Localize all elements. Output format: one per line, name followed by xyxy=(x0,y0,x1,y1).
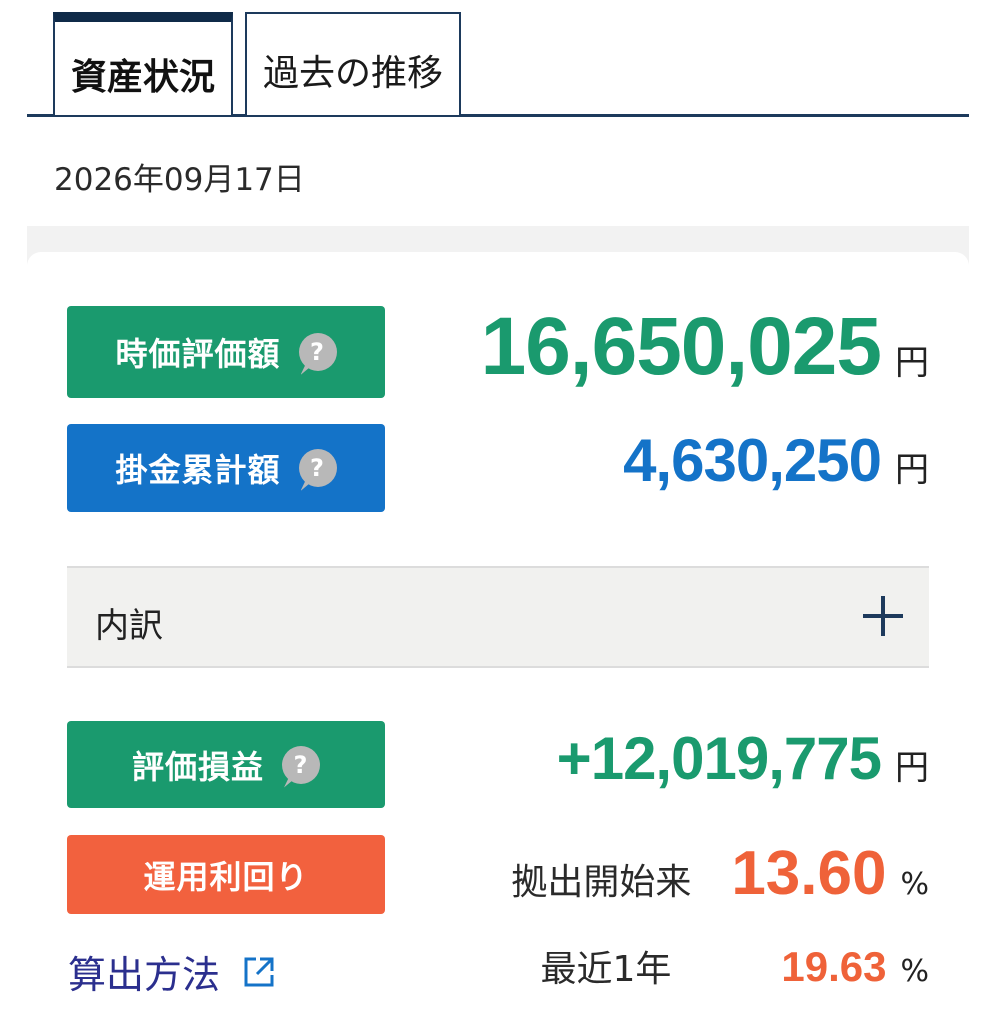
contribution-total-number: 4,630,250 xyxy=(623,427,882,494)
gain-loss-label[interactable]: 評価損益 ? xyxy=(67,721,385,808)
contribution-total-label-text: 掛金累計額 xyxy=(115,451,281,489)
yield-period-since-start: 拠出開始来 xyxy=(511,862,692,903)
gain-loss-label-text: 評価損益 xyxy=(131,747,264,786)
tab-history[interactable]: 過去の推移 xyxy=(245,12,461,115)
yield-label: 運用利回り xyxy=(67,835,385,914)
gain-loss-unit: 円 xyxy=(895,748,929,788)
market-value-number: 16,650,025 xyxy=(480,301,882,392)
calc-method-link[interactable]: 算出方法 xyxy=(68,944,276,999)
breakdown-label: 内訳 xyxy=(95,606,163,646)
yield-unit-last-year: % xyxy=(900,954,929,989)
yield-rate-since-start: 13.60 xyxy=(731,839,887,908)
yield-period-last-year: 最近1年 xyxy=(540,949,672,990)
yield-rate-last-year: 19.63 xyxy=(781,943,887,990)
as-of-date: 2026年09月17日 xyxy=(54,162,305,198)
yield-label-text: 運用利回り xyxy=(143,857,309,896)
market-value-amount: 16,650,025 円 xyxy=(481,300,929,394)
market-value-unit: 円 xyxy=(895,343,929,383)
yield-last-year-row: 最近1年 19.63 % xyxy=(540,940,929,992)
calc-method-label: 算出方法 xyxy=(68,953,221,997)
breakdown-accordion[interactable]: 内訳 xyxy=(67,566,929,668)
help-icon[interactable]: ? xyxy=(298,333,337,371)
help-icon[interactable]: ? xyxy=(298,449,337,487)
gain-loss-amount: +12,019,775 円 xyxy=(557,724,929,793)
contribution-total-unit: 円 xyxy=(895,450,929,490)
plus-icon[interactable] xyxy=(863,596,903,636)
contribution-total-label[interactable]: 掛金累計額 ? xyxy=(67,424,385,512)
help-icon[interactable]: ? xyxy=(282,745,320,784)
market-value-label-text: 時価評価額 xyxy=(115,335,281,373)
tab-bar: 資産状況 過去の推移 xyxy=(27,12,969,117)
external-link-icon xyxy=(244,957,274,986)
yield-unit-since-start: % xyxy=(900,867,929,902)
tab-asset-status[interactable]: 資産状況 xyxy=(53,12,233,115)
gain-loss-number: +12,019,775 xyxy=(556,725,882,792)
contribution-total-amount: 4,630,250 円 xyxy=(623,426,929,495)
yield-since-start-row: 拠出開始来 13.60 % xyxy=(511,838,929,909)
market-value-label[interactable]: 時価評価額 ? xyxy=(67,306,385,398)
